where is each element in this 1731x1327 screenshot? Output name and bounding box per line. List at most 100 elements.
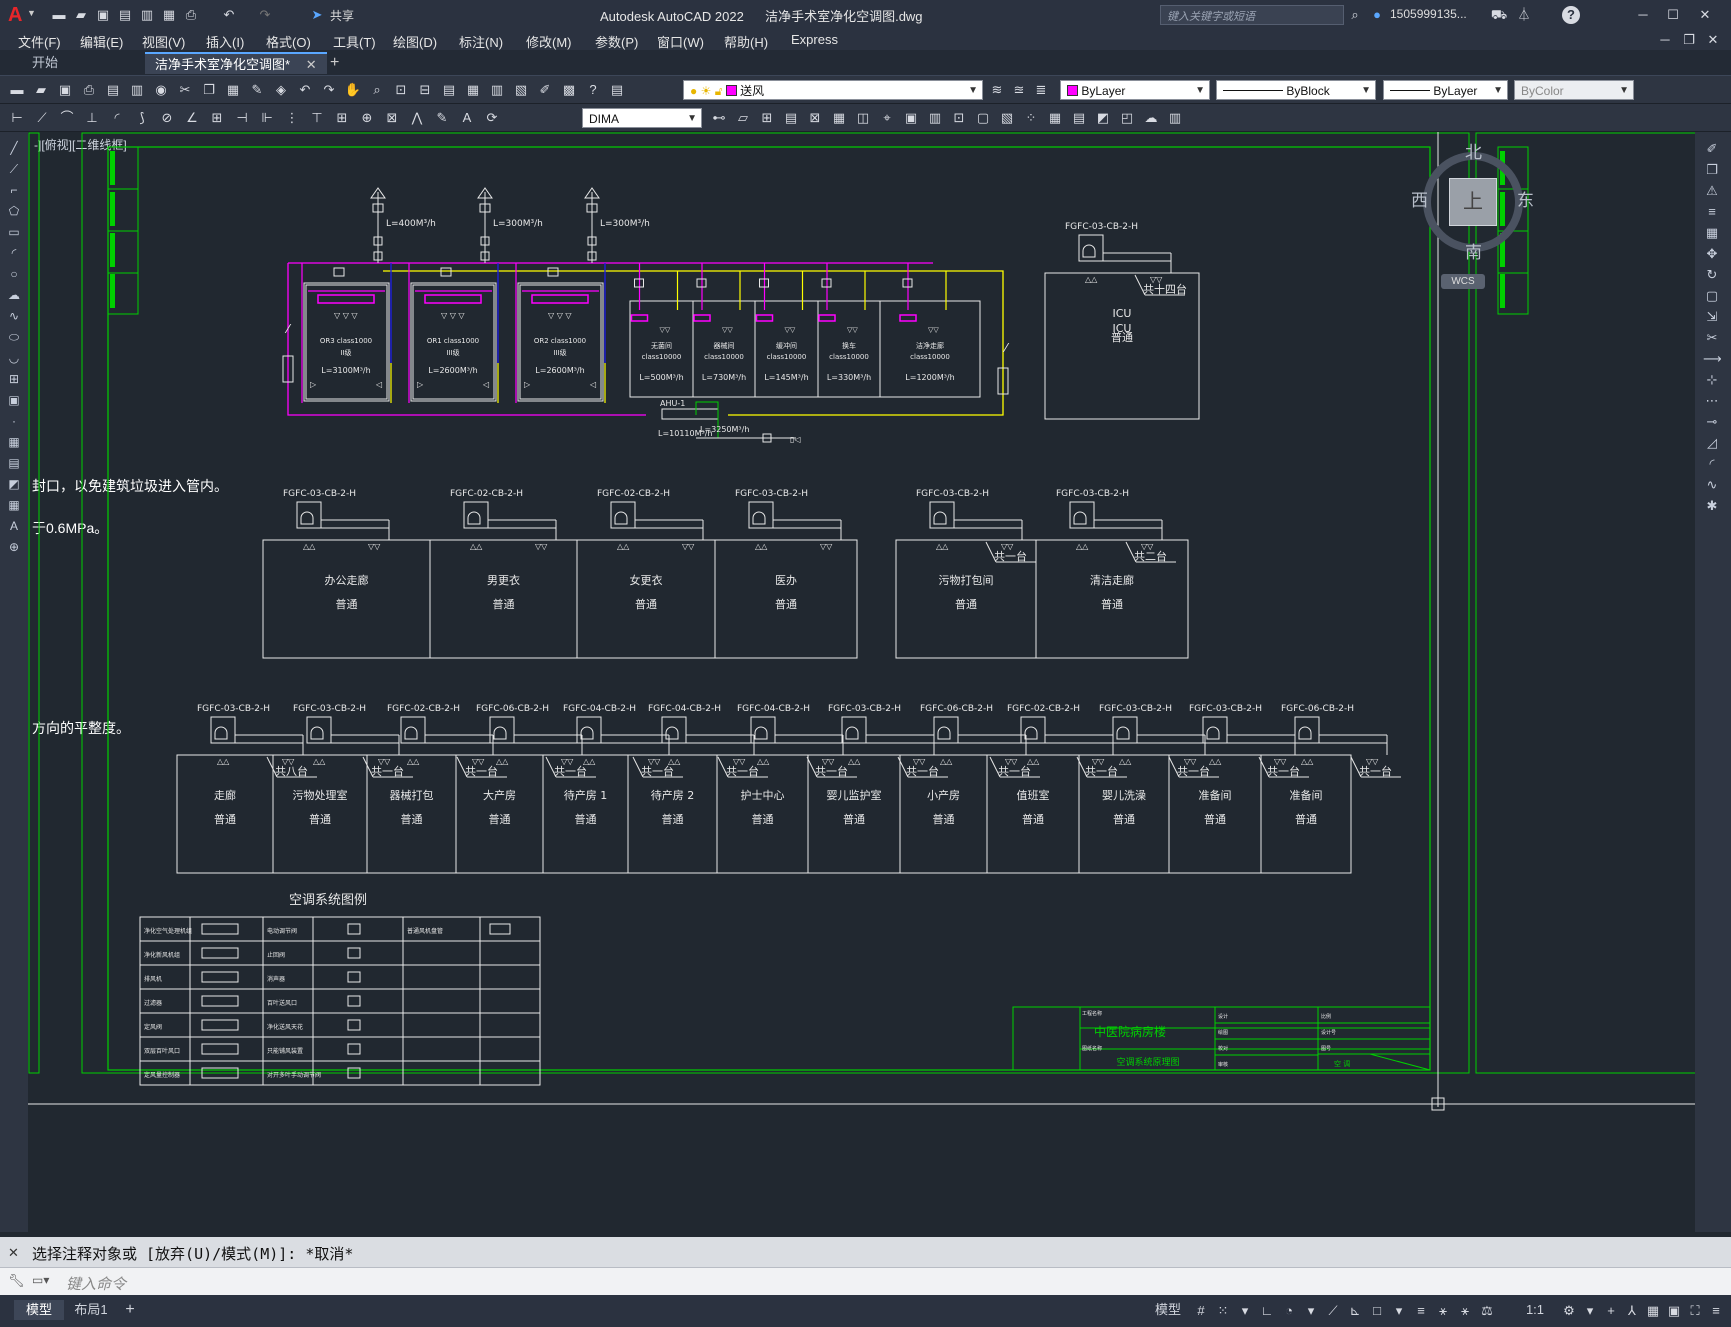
snap-chevron-icon[interactable]: ▾: [1236, 1302, 1254, 1320]
annotation-scale[interactable]: 1:1: [1520, 1300, 1550, 1320]
revcloud-icon[interactable]: ☁: [6, 287, 22, 303]
add-layout-button[interactable]: +: [120, 1300, 140, 1320]
polyline-icon[interactable]: ⌐: [6, 182, 22, 198]
cad-drawing[interactable]: L=400M³/h L=300M³/h L=300M³/h ▽ ▽ ▽ OR3 clas…: [28, 132, 1695, 1232]
menu-express[interactable]: Express: [791, 32, 838, 47]
autodesk-app-icon[interactable]: ⏃: [1515, 6, 1533, 24]
stretch-icon[interactable]: ⇲: [1703, 308, 1721, 326]
etransmit-icon[interactable]: ◉: [152, 81, 170, 99]
clip-icon[interactable]: ◫: [854, 109, 872, 127]
model-space-toggle[interactable]: 模型: [1150, 1300, 1186, 1320]
trim-icon[interactable]: ✂: [1703, 329, 1721, 347]
qnew-icon[interactable]: ▬: [8, 81, 26, 99]
rectangle-icon[interactable]: ▭: [6, 224, 22, 240]
viewcube-north[interactable]: 北: [1465, 138, 1482, 163]
dim-break-icon[interactable]: ⊤: [308, 109, 326, 127]
ellipse-icon[interactable]: ⬭: [6, 329, 22, 345]
menu-draw[interactable]: 绘图(D): [393, 32, 437, 51]
search-icon[interactable]: ⌕: [1346, 6, 1364, 24]
qredo-icon[interactable]: ↷: [320, 81, 338, 99]
block-icon[interactable]: ▣: [6, 392, 22, 408]
point-icon[interactable]: ⁘: [1022, 109, 1040, 127]
tool-palette-icon[interactable]: ▥: [488, 81, 506, 99]
add-selected-icon[interactable]: ⊕: [6, 539, 22, 555]
explode-icon[interactable]: ✱: [1703, 497, 1721, 515]
annotation-visibility-icon[interactable]: ⚹: [1434, 1302, 1452, 1320]
dim-baseline-icon[interactable]: ⊣: [233, 109, 251, 127]
arc-icon[interactable]: ◜: [6, 245, 22, 261]
lineweight-toggle-icon[interactable]: ≡: [1412, 1302, 1430, 1320]
polygon-icon[interactable]: ⬠: [6, 203, 22, 219]
cut-icon[interactable]: ✂: [176, 81, 194, 99]
menu-help[interactable]: 帮助(H): [724, 32, 768, 51]
doc-close-icon[interactable]: ✕: [1704, 31, 1722, 49]
dim-angular-icon[interactable]: ∠: [183, 109, 201, 127]
web-save-icon[interactable]: ▦: [160, 6, 178, 24]
adjust-icon[interactable]: ▥: [926, 109, 944, 127]
tab-start[interactable]: 开始: [22, 52, 68, 74]
tab-model[interactable]: 模型: [14, 1300, 64, 1320]
paste-icon[interactable]: ▦: [224, 81, 242, 99]
design-center-icon[interactable]: ▦: [464, 81, 482, 99]
viewcube-east[interactable]: 东: [1517, 186, 1534, 211]
zoom-window-icon[interactable]: ⊡: [392, 81, 410, 99]
new-tab-button[interactable]: +: [320, 52, 349, 74]
cmd-customize-icon[interactable]: 🔧︎: [8, 1273, 25, 1289]
dim-jogged-icon[interactable]: ⟆: [133, 109, 151, 127]
drawing-canvas[interactable]: -][俯视][二维线框] 封口，以免建筑垃圾进入管内。 于0.6MPa。 方向的…: [28, 132, 1695, 1232]
annotation-scale-icon[interactable]: ⚖: [1478, 1302, 1496, 1320]
redo-icon[interactable]: ↷: [256, 6, 274, 24]
units-icon[interactable]: ⅄: [1623, 1302, 1641, 1320]
blend-icon[interactable]: ∿: [1703, 476, 1721, 494]
help-icon[interactable]: ?: [1562, 6, 1580, 24]
minimize-icon[interactable]: ─: [1634, 6, 1652, 24]
break-at-point-icon[interactable]: ⊹: [1703, 371, 1721, 389]
copy-obj-icon[interactable]: ❐: [1703, 161, 1721, 179]
layer-dropdown[interactable]: ● ☀ 🔓︎ 送风 ▼: [683, 80, 983, 100]
dimtedit-icon[interactable]: A: [458, 109, 476, 127]
erase-icon[interactable]: ✐: [1703, 140, 1721, 158]
qopen-icon[interactable]: ▰: [32, 81, 50, 99]
dwfx-icon[interactable]: ▧: [998, 109, 1016, 127]
dim-radius-icon[interactable]: ◜: [108, 109, 126, 127]
insert-block-icon[interactable]: ⊞: [758, 109, 776, 127]
workspace-icon[interactable]: ⚙: [1560, 1302, 1578, 1320]
obj-layer-icon[interactable]: ▱: [734, 109, 752, 127]
mtext-icon[interactable]: ▤: [782, 109, 800, 127]
line-icon[interactable]: ╱: [6, 140, 22, 156]
annotation-monitor-icon[interactable]: +: [1602, 1302, 1620, 1320]
menu-parametric[interactable]: 参数(P): [595, 32, 638, 51]
color-dropdown[interactable]: ByLayer ▼: [1060, 80, 1210, 100]
viewcube[interactable]: 上 北 南 西 东 WCS: [1411, 142, 1534, 292]
block-edit-icon[interactable]: ◈: [272, 81, 290, 99]
polar-chevron-icon[interactable]: ▾: [1302, 1302, 1320, 1320]
dim-continue-icon[interactable]: ⊩: [258, 109, 276, 127]
spline-icon[interactable]: ∿: [6, 308, 22, 324]
tab-close-icon[interactable]: ✕: [306, 57, 317, 72]
command-input[interactable]: 键入命令: [66, 1273, 126, 1294]
hatch-icon[interactable]: ▦: [1046, 109, 1064, 127]
dimstyle-icon[interactable]: ⊷: [710, 109, 728, 127]
osnap-track-icon[interactable]: ⊾: [1346, 1302, 1364, 1320]
menu-file[interactable]: 文件(F): [18, 32, 61, 51]
dim-aligned-icon[interactable]: ⟋: [33, 109, 51, 127]
isodraft-icon[interactable]: ⟋: [1324, 1302, 1342, 1320]
point-icon[interactable]: ·: [6, 413, 22, 429]
break-icon[interactable]: ⋯: [1703, 392, 1721, 410]
move-icon[interactable]: ✥: [1703, 245, 1721, 263]
cmd-close-icon[interactable]: ✕: [8, 1245, 19, 1261]
doc-restore-icon[interactable]: ❐: [1680, 31, 1698, 49]
copy-icon[interactable]: ❐: [200, 81, 218, 99]
wipeout-icon[interactable]: ◰: [1118, 109, 1136, 127]
dim-space-icon[interactable]: ⋮: [283, 109, 301, 127]
underlay-icon[interactable]: ▢: [974, 109, 992, 127]
close-icon[interactable]: ✕: [1696, 6, 1714, 24]
open-file-icon[interactable]: ▰: [72, 6, 90, 24]
publish-icon[interactable]: ▥: [128, 81, 146, 99]
plot-icon[interactable]: ⎙: [182, 6, 200, 24]
search-box[interactable]: 键入关键字或短语: [1160, 5, 1344, 25]
layer-isolate-icon[interactable]: ≣: [1032, 81, 1050, 99]
tab-drawing[interactable]: 洁净手术室净化空调图* ✕: [145, 52, 327, 74]
plotstyle-dropdown[interactable]: ByColor ▼: [1514, 80, 1634, 100]
dim-arc-icon[interactable]: ⌒: [58, 109, 76, 127]
